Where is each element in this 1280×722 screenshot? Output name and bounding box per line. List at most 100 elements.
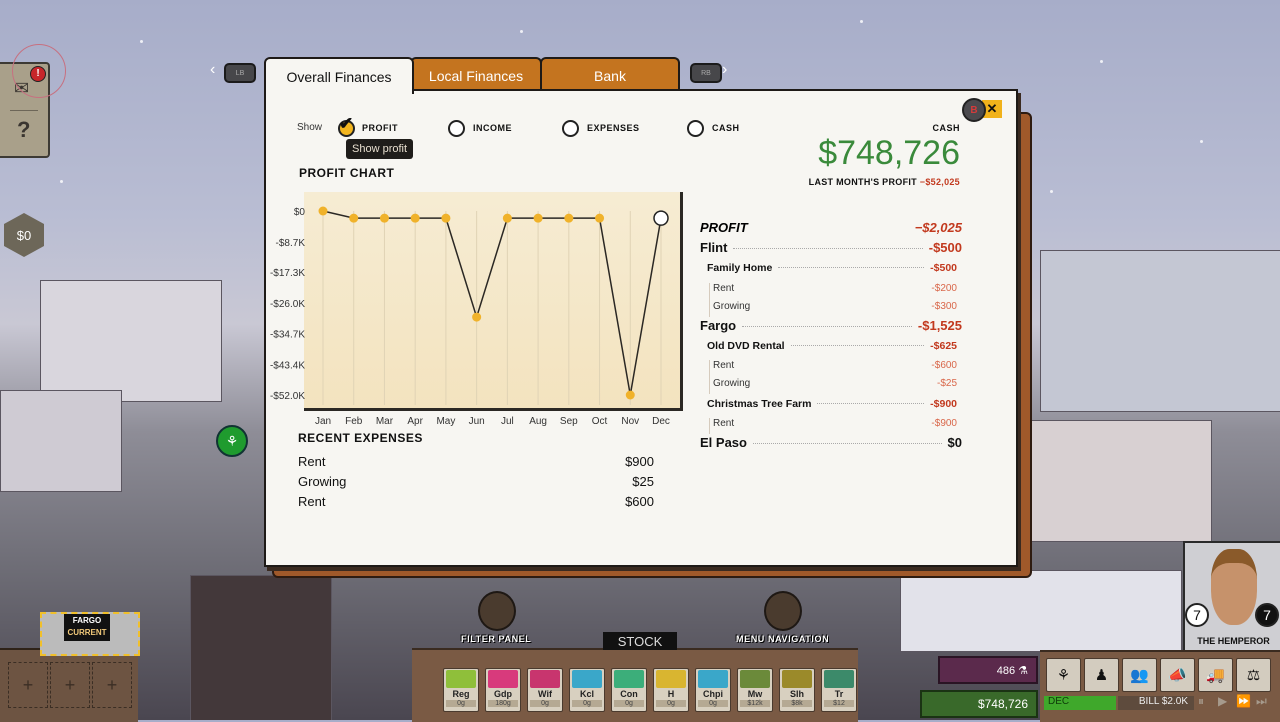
strain-icon (698, 670, 728, 688)
dotted-leader (752, 443, 942, 444)
worker-button[interactable]: ♟ (1084, 658, 1119, 692)
expenses-option-label[interactable]: EXPENSES (587, 123, 640, 133)
character-portrait[interactable]: THE HEMPEROR (1183, 541, 1280, 652)
breakdown-row: Rent -$900 (700, 418, 957, 429)
stock-item[interactable]: Mw $12k (737, 668, 773, 712)
strain-name: Kcl (579, 689, 594, 699)
breakdown-row: Family Home -$500 (700, 262, 957, 274)
breakdown-row: Flint -$500 (700, 240, 962, 255)
strain-name: Mw (747, 689, 763, 699)
y-tick-label: -$8.7K (276, 238, 306, 249)
data-point (349, 213, 359, 223)
strain-icon (614, 670, 644, 688)
x-tick-label: Jun (469, 416, 485, 427)
billboard (190, 575, 332, 720)
b-button-icon[interactable]: B (962, 98, 986, 122)
chevron-left-icon[interactable]: ‹ (210, 61, 215, 79)
breakdown-value: -$500 (930, 262, 957, 274)
cash-radio[interactable] (687, 120, 704, 137)
chevron-right-icon[interactable]: › (722, 61, 727, 79)
strain-name: H (667, 689, 675, 699)
tab-local-finances[interactable]: Local Finances (410, 57, 542, 92)
stock-item[interactable]: Gdp 180g (485, 668, 521, 712)
cash-label: CASH (932, 123, 960, 133)
breakdown-value: -$25 (936, 378, 957, 389)
add-slot-button[interactable]: + (50, 662, 90, 708)
strain-icon (572, 670, 602, 688)
add-slot-button[interactable]: + (92, 662, 132, 708)
breakdown-label: Rent (713, 418, 735, 429)
stock-item[interactable]: Reg 0g (443, 668, 479, 712)
expense-label: Rent (298, 454, 326, 469)
income-option-label[interactable]: INCOME (473, 123, 512, 133)
strain-icon (446, 670, 476, 688)
stock-item[interactable]: Con 0g (611, 668, 647, 712)
strain-amount: 180g (488, 700, 518, 707)
group-button[interactable]: 👥 (1122, 658, 1157, 692)
scales-icon: ⚖ (1246, 667, 1261, 684)
snowflake (520, 30, 523, 33)
strain-name: Gdp (494, 689, 512, 699)
divider (10, 110, 38, 111)
megaphone-button[interactable]: 📣 (1160, 658, 1195, 692)
stock-item[interactable]: Tr $12 (821, 668, 857, 712)
stock-item[interactable]: Wif 0g (527, 668, 563, 712)
income-radio[interactable] (448, 120, 465, 137)
cash-option-label[interactable]: CASH (712, 123, 740, 133)
rb-bumper-button[interactable]: RB (690, 63, 722, 83)
character-name: THE HEMPEROR (1197, 636, 1270, 646)
snowflake (1100, 60, 1103, 63)
profit-option-label[interactable]: PROFIT (362, 123, 398, 133)
strain-amount: 0g (614, 700, 644, 707)
breakdown-value: -$300 (931, 301, 957, 312)
snowflake (60, 180, 63, 183)
x-tick-label: Feb (345, 416, 363, 427)
help-button[interactable]: ? (17, 117, 30, 143)
fast-forward-icon[interactable]: ⏩ (1236, 694, 1251, 708)
strain-amount: 0g (530, 700, 560, 707)
building (1040, 250, 1280, 412)
x-tick-label: Jan (315, 416, 331, 427)
stock-item[interactable]: Kcl 0g (569, 668, 605, 712)
stock-item[interactable]: Chpi 0g (695, 668, 731, 712)
data-point (379, 213, 389, 223)
snowflake (140, 40, 143, 43)
strain-name: Con (620, 689, 638, 699)
lt-trigger-icon[interactable] (478, 591, 516, 631)
tab-bank[interactable]: Bank (540, 57, 680, 92)
breakdown-label: Rent (713, 283, 735, 294)
megaphone-icon: 📣 (1168, 667, 1187, 684)
breakdown-label: Flint (700, 240, 728, 255)
tooltip: Show profit (346, 139, 414, 159)
play-icon[interactable]: ▶ (1218, 694, 1227, 708)
scales-button[interactable]: ⚖ (1236, 658, 1271, 692)
location-status: CURRENT (67, 628, 107, 637)
tab-overall-finances[interactable]: Overall Finances (264, 57, 414, 94)
profit-total-row: PROFIT −$2,025 (700, 220, 962, 235)
stock-item[interactable]: H 0g (653, 668, 689, 712)
rt-trigger-icon[interactable] (764, 591, 802, 631)
breakdown-value: -$200 (931, 283, 957, 294)
research-counter[interactable]: 486 ⚗ (938, 656, 1038, 684)
breakdown-value: -$625 (930, 340, 957, 352)
breakdown-value: -$900 (930, 398, 957, 410)
plant-button[interactable]: ⚘ (1046, 658, 1081, 692)
money-counter[interactable]: $748,726 (920, 690, 1038, 718)
pause-icon[interactable]: ⏸ (1198, 694, 1204, 709)
data-point (472, 312, 482, 322)
plant-map-marker[interactable]: ⚘ (216, 425, 248, 457)
snowflake (860, 20, 863, 23)
breakdown-row: Growing -$300 (700, 301, 957, 312)
expenses-radio[interactable] (562, 120, 579, 137)
strain-icon (488, 670, 518, 688)
stock-item[interactable]: Slh $8k (779, 668, 815, 712)
building (1030, 420, 1212, 542)
lb-bumper-button[interactable]: LB (224, 63, 256, 83)
last-month-profit: LAST MONTH'S PROFIT −$52,025 (809, 177, 960, 187)
strain-name: Wif (538, 689, 552, 699)
add-slot-button[interactable]: + (8, 662, 48, 708)
fastest-icon[interactable]: ⏭ (1256, 694, 1267, 709)
truck-button[interactable]: 🚚 (1198, 658, 1233, 692)
breakdown-value: $0 (947, 435, 962, 450)
expense-label: Rent (298, 494, 326, 509)
